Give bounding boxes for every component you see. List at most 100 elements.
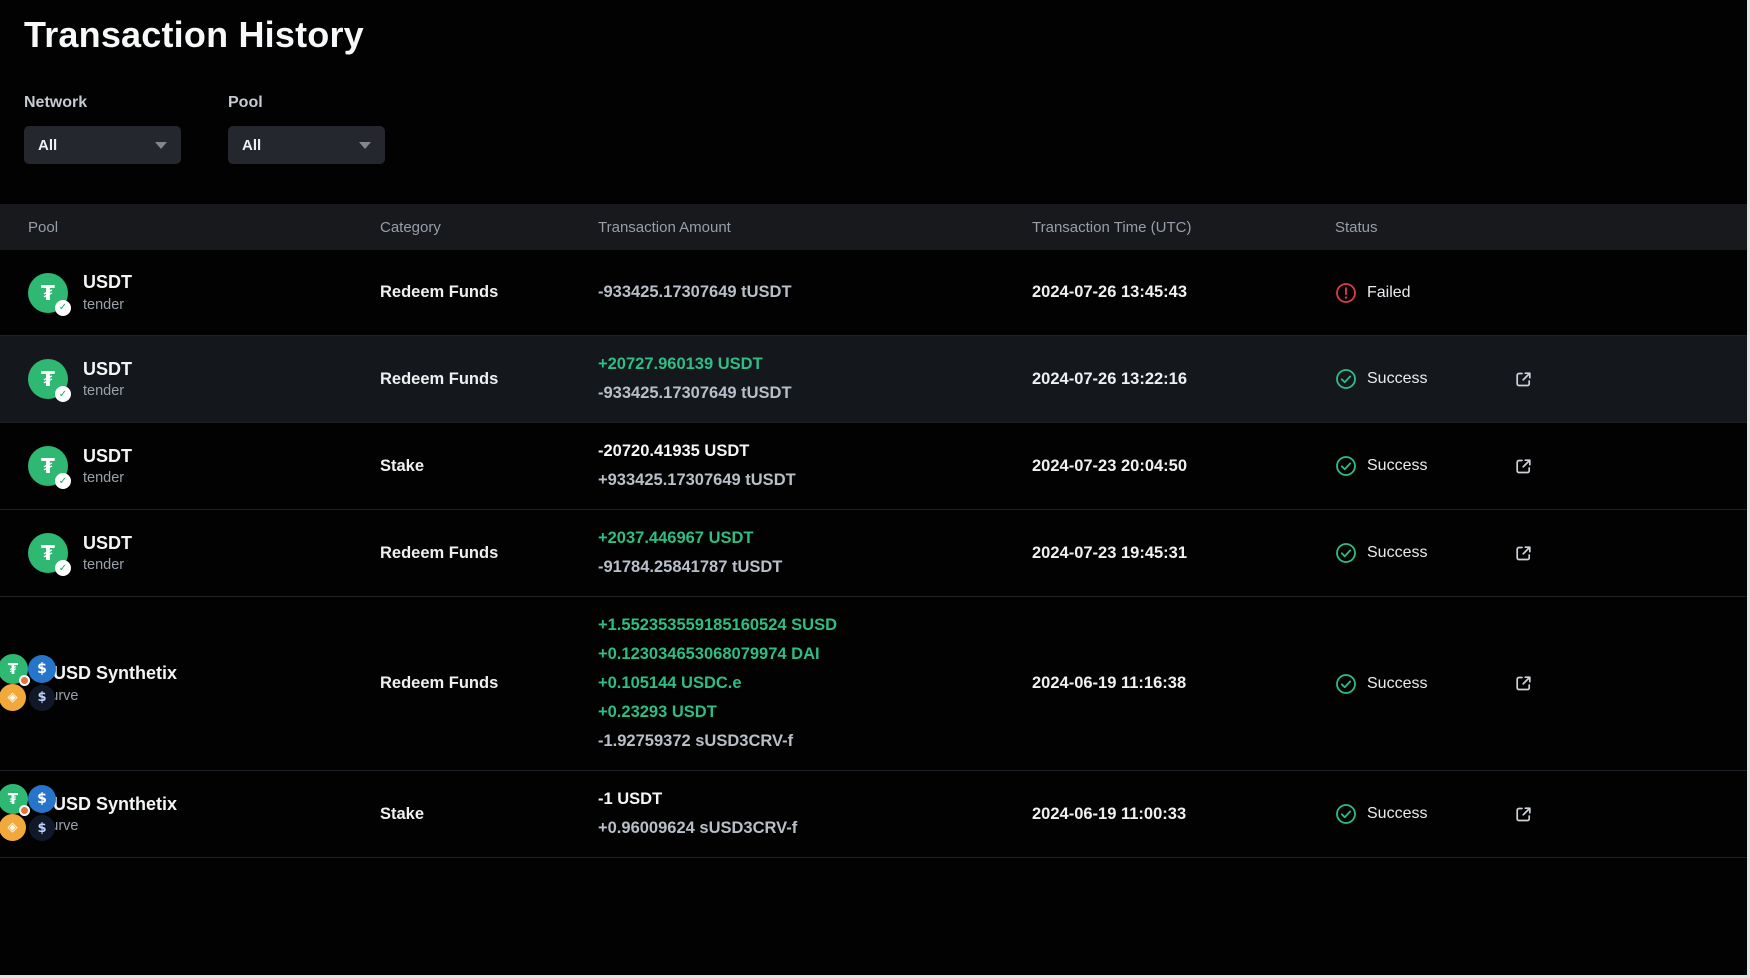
external-link-icon[interactable] xyxy=(1513,369,1534,390)
link-cell xyxy=(1500,456,1747,477)
network-badge-icon xyxy=(19,675,30,686)
pool-network-label: tender xyxy=(83,470,132,486)
pool-text: sUSD Synthetix curve xyxy=(43,794,177,835)
pool-name: USDT xyxy=(83,272,132,294)
transaction-amounts: +2037.446967 USDT-91784.25841787 tUSDT xyxy=(598,524,1032,582)
tether-glyph: ₮ xyxy=(41,367,55,391)
transaction-history-page: Transaction History Network All Pool All… xyxy=(0,0,1750,978)
status-cell: Success xyxy=(1335,368,1500,390)
pool-text: USDT tender xyxy=(83,533,132,574)
pool-text: sUSD Synthetix curve xyxy=(43,663,177,704)
amount-line: -1.92759372 sUSD3CRV-f xyxy=(598,727,1032,756)
amount-line: +0.23293 USDT xyxy=(598,698,1032,727)
amount-line: -933425.17307649 tUSDT xyxy=(598,379,1032,408)
transaction-time: 2024-07-26 13:45:43 xyxy=(1032,283,1335,302)
status-label: Success xyxy=(1367,544,1427,562)
amount-line: -933425.17307649 tUSDT xyxy=(598,278,1032,307)
transaction-time: 2024-06-19 11:00:33 xyxy=(1032,805,1335,824)
pool-cell: $◈$₮ sUSD Synthetix curve xyxy=(28,794,380,835)
transaction-amounts: -933425.17307649 tUSDT xyxy=(598,278,1032,307)
link-cell xyxy=(1500,543,1747,564)
category-value: Redeem Funds xyxy=(380,283,598,302)
check-circle-icon xyxy=(1335,455,1357,477)
transaction-amounts: -1 USDT+0.96009624 sUSD3CRV-f xyxy=(598,785,1032,843)
pool-cell: ₮✓ USDT tender xyxy=(28,272,380,313)
category-value: Redeem Funds xyxy=(380,370,598,389)
usdt-coin-icon: ₮✓ xyxy=(28,446,68,486)
usdc-coin-icon: $ xyxy=(28,785,56,813)
external-link-icon[interactable] xyxy=(1513,804,1534,825)
column-header-amount: Transaction Amount xyxy=(598,219,1032,236)
external-link-icon[interactable] xyxy=(1513,543,1534,564)
table-row[interactable]: ₮✓ USDT tender Redeem Funds -933425.1730… xyxy=(0,250,1747,336)
table-row[interactable]: ₮✓ USDT tender Redeem Funds +20727.96013… xyxy=(0,336,1747,423)
link-cell xyxy=(1500,673,1747,694)
error-circle-icon xyxy=(1335,282,1357,304)
amount-line: +2037.446967 USDT xyxy=(598,524,1032,553)
status-label: Success xyxy=(1367,675,1427,693)
page-title: Transaction History xyxy=(24,14,1747,56)
pool-network-label: tender xyxy=(83,383,132,399)
pool-cell: ₮✓ USDT tender xyxy=(28,446,380,487)
category-value: Redeem Funds xyxy=(380,674,598,693)
pool-dropdown[interactable]: All xyxy=(228,126,385,164)
link-cell xyxy=(1500,282,1747,303)
table-row[interactable]: ₮✓ USDT tender Redeem Funds +2037.446967… xyxy=(0,510,1747,597)
pool-network-label: curve xyxy=(43,818,177,834)
table-row[interactable]: $◈$₮ sUSD Synthetix curve Redeem Funds +… xyxy=(0,597,1747,771)
network-filter-label: Network xyxy=(24,94,181,112)
pool-cell: $◈$₮ sUSD Synthetix curve xyxy=(28,663,380,704)
amount-line: +0.123034653068079974 DAI xyxy=(598,640,1032,669)
pool-cell: ₮✓ USDT tender xyxy=(28,359,380,400)
pool-network-label: tender xyxy=(83,297,132,313)
pool-cell: ₮✓ USDT tender xyxy=(28,533,380,574)
transaction-time: 2024-07-23 19:45:31 xyxy=(1032,544,1335,563)
network-badge-icon xyxy=(19,805,30,816)
pool-filter-label: Pool xyxy=(228,94,385,112)
transaction-time: 2024-06-19 11:16:38 xyxy=(1032,674,1335,693)
filter-bar: Network All Pool All xyxy=(24,94,1747,164)
pool-network-label: tender xyxy=(83,557,132,573)
chevron-down-icon xyxy=(155,142,167,149)
table-body: ₮✓ USDT tender Redeem Funds -933425.1730… xyxy=(0,250,1747,858)
column-header-time: Transaction Time (UTC) xyxy=(1032,219,1335,236)
external-link-icon[interactable] xyxy=(1513,456,1534,477)
status-cell: Success xyxy=(1335,455,1500,477)
amount-line: +1.552353559185160524 SUSD xyxy=(598,611,1032,640)
check-circle-icon xyxy=(1335,368,1357,390)
network-dropdown[interactable]: All xyxy=(24,126,181,164)
status-label: Success xyxy=(1367,805,1427,823)
transaction-amounts: +1.552353559185160524 SUSD+0.12303465306… xyxy=(598,611,1032,756)
usdt-coin-icon: ₮✓ xyxy=(28,359,68,399)
status-cell: Failed xyxy=(1335,282,1500,304)
pool-icon-slot: ₮✓ xyxy=(28,359,68,399)
pool-name: sUSD Synthetix xyxy=(43,794,177,816)
table-header-row: Pool Category Transaction Amount Transac… xyxy=(0,204,1747,250)
amount-line: +0.96009624 sUSD3CRV-f xyxy=(598,814,1032,843)
pool-icon-slot: ₮✓ xyxy=(28,273,68,313)
tether-glyph: ₮ xyxy=(41,454,55,478)
amount-line: -1 USDT xyxy=(598,785,1032,814)
status-label: Failed xyxy=(1367,284,1411,302)
pool-network-label: curve xyxy=(43,688,177,704)
check-circle-icon xyxy=(1335,542,1357,564)
column-header-pool: Pool xyxy=(28,219,380,236)
usdt-coin-icon: ₮ xyxy=(0,784,28,814)
tether-glyph: ₮ xyxy=(41,281,55,305)
pool-name: sUSD Synthetix xyxy=(43,663,177,685)
usdt-coin-icon: ₮ xyxy=(0,654,28,684)
dai-coin-icon: ◈ xyxy=(0,684,26,711)
link-cell xyxy=(1500,804,1747,825)
network-dropdown-value: All xyxy=(38,137,57,154)
category-value: Stake xyxy=(380,457,598,476)
external-link-icon[interactable] xyxy=(1513,673,1534,694)
check-badge-icon: ✓ xyxy=(55,560,71,576)
transaction-table: Pool Category Transaction Amount Transac… xyxy=(0,204,1747,858)
transaction-time: 2024-07-26 13:22:16 xyxy=(1032,370,1335,389)
column-header-category: Category xyxy=(380,219,598,236)
table-row[interactable]: $◈$₮ sUSD Synthetix curve Stake -1 USDT+… xyxy=(0,771,1747,858)
check-circle-icon xyxy=(1335,803,1357,825)
table-row[interactable]: ₮✓ USDT tender Stake -20720.41935 USDT+9… xyxy=(0,423,1747,510)
category-value: Redeem Funds xyxy=(380,544,598,563)
status-label: Success xyxy=(1367,457,1427,475)
